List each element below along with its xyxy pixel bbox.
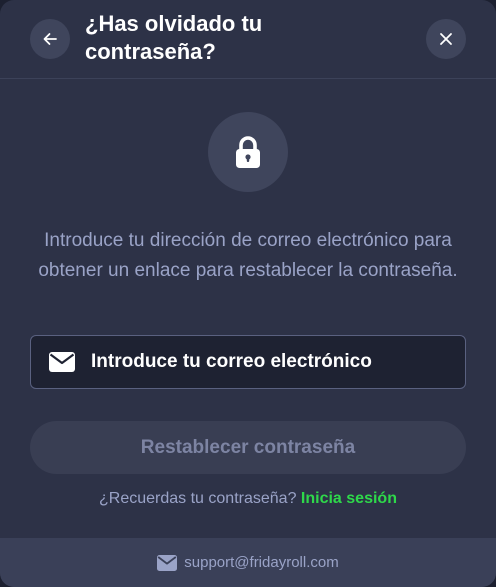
reset-password-button[interactable]: Restablecer contraseña (30, 421, 466, 474)
envelope-icon (157, 554, 178, 571)
support-footer: support@fridayroll.com (0, 538, 496, 587)
email-field[interactable] (30, 335, 466, 389)
login-link[interactable]: Inicia sesión (301, 490, 397, 507)
close-icon (440, 33, 452, 45)
forgot-password-dialog: ¿Has olvidado tu contraseña? Introduce t… (0, 0, 496, 587)
close-button[interactable] (426, 19, 466, 59)
remember-text: ¿Recuerdas tu contraseña? (99, 490, 297, 507)
email-input[interactable] (91, 336, 465, 388)
login-prompt: ¿Recuerdas tu contraseña? Inicia sesión (0, 488, 496, 510)
arrow-left-icon (43, 33, 57, 45)
envelope-icon (49, 352, 75, 372)
instructions-text: Introduce tu dirección de correo electró… (38, 230, 458, 281)
dialog-title: ¿Has olvidado tu contraseña? (85, 11, 263, 64)
back-button[interactable] (30, 19, 70, 59)
lock-badge (208, 112, 288, 192)
dialog-header: ¿Has olvidado tu contraseña? (0, 0, 496, 79)
lock-icon (236, 136, 260, 168)
support-email[interactable]: support@fridayroll.com (184, 554, 338, 571)
